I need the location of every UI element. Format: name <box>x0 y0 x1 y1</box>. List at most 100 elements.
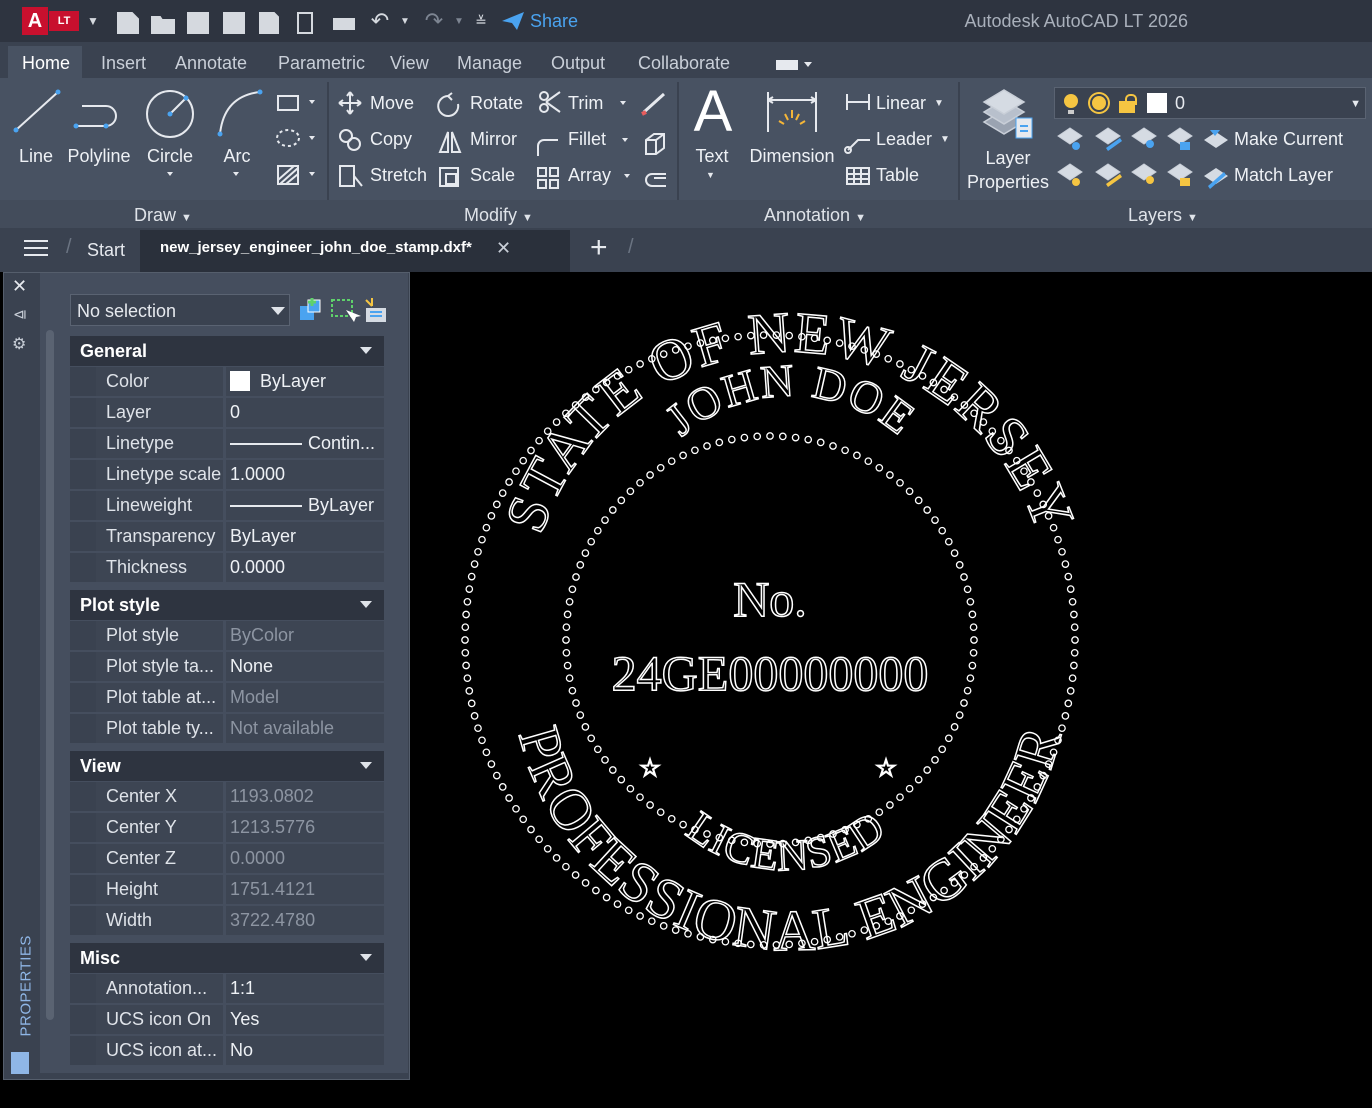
undo-icon[interactable]: ↶ <box>366 8 394 34</box>
undo-dropdown-icon[interactable]: ▼ <box>398 8 412 34</box>
prop-row-height[interactable]: Height 1751.4121 <box>70 875 384 905</box>
share-view-icon[interactable] <box>296 8 318 34</box>
autohide-icon[interactable]: ⧏ <box>13 306 27 323</box>
section-view[interactable]: View <box>70 751 384 781</box>
annotation-panel-title[interactable]: Annotation ▼ <box>764 205 866 226</box>
prop-row-center-y[interactable]: Center Y 1213.5776 <box>70 813 384 843</box>
move-button[interactable]: Move <box>370 93 414 114</box>
tab-manage[interactable]: Manage <box>457 53 522 74</box>
layer-properties-button[interactable]: Layer Properties <box>962 146 1054 194</box>
prop-row-thickness[interactable]: Thickness 0.0000 <box>70 553 384 583</box>
leader-button[interactable]: Leader <box>876 129 932 150</box>
layer-dropdown[interactable]: 0 ▼ <box>1054 87 1366 119</box>
text-dropdown-icon[interactable]: ▼ <box>706 170 715 180</box>
select-objects-button[interactable] <box>330 296 358 324</box>
save-as-icon[interactable] <box>224 8 248 34</box>
open-icon[interactable] <box>150 8 176 34</box>
line-button[interactable]: Line <box>14 146 58 167</box>
new-tab-plus-icon[interactable]: + <box>590 230 608 266</box>
ribbon-minimize-button[interactable] <box>776 58 812 72</box>
fillet-button[interactable]: Fillet <box>568 129 606 150</box>
prop-row-annotation-scale[interactable]: Annotation... 1:1 <box>70 974 384 1004</box>
tab-collaborate[interactable]: Collaborate <box>638 53 730 74</box>
prop-row-color[interactable]: Color ByLayer <box>70 367 384 397</box>
tab-insert[interactable]: Insert <box>101 53 146 74</box>
prop-row-ucs-icon-on[interactable]: UCS icon On Yes <box>70 1005 384 1035</box>
polyline-button[interactable]: Polyline <box>66 146 132 167</box>
mirror-button[interactable]: Mirror <box>470 129 517 150</box>
layer-thaw-button[interactable] <box>1130 162 1162 190</box>
make-current-button[interactable]: Make Current <box>1234 129 1343 150</box>
tab-home[interactable]: Home <box>22 53 70 74</box>
section-general[interactable]: General <box>70 336 384 366</box>
erase-button[interactable] <box>642 90 672 118</box>
prop-row-width[interactable]: Width 3722.4780 <box>70 906 384 936</box>
palette-scrollbar[interactable] <box>46 330 54 1020</box>
selection-dropdown[interactable]: No selection <box>70 294 290 326</box>
prop-row-center-x[interactable]: Center X 1193.0802 <box>70 782 384 812</box>
rectangle-button[interactable] <box>272 90 318 116</box>
layer-unisolate-button[interactable] <box>1094 162 1126 190</box>
redo-dropdown-icon[interactable]: ▼ <box>452 8 466 34</box>
offset-button[interactable] <box>642 162 672 190</box>
app-logo[interactable]: A LT <box>22 7 82 35</box>
close-tab-icon[interactable]: ✕ <box>496 238 511 259</box>
export-icon[interactable] <box>260 8 282 34</box>
linear-button[interactable]: Linear <box>876 93 926 114</box>
section-plot-style[interactable]: Plot style <box>70 590 384 620</box>
circle-button[interactable]: Circle <box>142 146 198 167</box>
array-button[interactable]: Array <box>568 165 611 186</box>
section-misc[interactable]: Misc <box>70 943 384 973</box>
prop-row-layer[interactable]: Layer 0 <box>70 398 384 428</box>
quick-select-button[interactable] <box>362 296 390 324</box>
tab-output[interactable]: Output <box>551 53 605 74</box>
arc-button[interactable]: Arc <box>214 146 260 167</box>
new-icon[interactable] <box>116 8 140 34</box>
explode-button[interactable] <box>642 126 672 154</box>
close-palette-icon[interactable]: ✕ <box>12 276 27 297</box>
tab-annotate[interactable]: Annotate <box>175 53 247 74</box>
tab-parametric[interactable]: Parametric <box>278 53 365 74</box>
hamburger-menu-icon[interactable] <box>24 240 48 258</box>
customize-qat-icon[interactable]: ≚ <box>472 8 490 34</box>
linear-dropdown-icon[interactable]: ▼ <box>934 98 944 109</box>
prop-row-linetype-scale[interactable]: Linetype scale 1.0000 <box>70 460 384 490</box>
layer-isolate-button[interactable] <box>1094 126 1126 154</box>
stretch-button[interactable]: Stretch <box>370 165 427 186</box>
layers-panel-title[interactable]: Layers ▼ <box>1128 205 1198 226</box>
prop-row-center-z[interactable]: Center Z 0.0000 <box>70 844 384 874</box>
app-menu-chevron-icon[interactable]: ▼ <box>86 8 100 34</box>
share-button[interactable]: Share <box>500 8 580 34</box>
plot-icon[interactable] <box>330 8 356 34</box>
prop-row-plot-table-type[interactable]: Plot table ty... Not available <box>70 714 384 744</box>
toggle-pickadd-button[interactable] <box>298 296 326 324</box>
prop-row-plot-style-table[interactable]: Plot style ta... None <box>70 652 384 682</box>
prop-row-linetype[interactable]: Linetype Contin... <box>70 429 384 459</box>
stamp-drawing[interactable]: STATE OF NEW JERSEY JOHN DOE PROFESSIONA… <box>412 272 1372 1108</box>
prop-row-lineweight[interactable]: Lineweight ByLayer <box>70 491 384 521</box>
layer-freeze-button[interactable] <box>1130 126 1162 154</box>
tab-view[interactable]: View <box>390 53 429 74</box>
layer-on-button[interactable] <box>1056 162 1088 190</box>
layer-off-button[interactable] <box>1056 126 1088 154</box>
copy-button[interactable]: Copy <box>370 129 412 150</box>
leader-dropdown-icon[interactable]: ▼ <box>940 134 950 145</box>
hatch-button[interactable] <box>272 162 318 188</box>
prop-row-transparency[interactable]: Transparency ByLayer <box>70 522 384 552</box>
palette-settings-icon[interactable]: ⚙ <box>12 334 26 354</box>
prop-row-ucs-icon-at-origin[interactable]: UCS icon at... No <box>70 1036 384 1066</box>
dimension-button[interactable]: Dimension <box>746 146 838 167</box>
match-layer-button[interactable]: Match Layer <box>1234 165 1333 186</box>
prop-row-plot-style[interactable]: Plot style ByColor <box>70 621 384 651</box>
layer-lock-button[interactable] <box>1166 126 1198 154</box>
layer-unlock-button[interactable] <box>1166 162 1198 190</box>
draw-panel-title[interactable]: Draw ▼ <box>134 205 192 226</box>
prop-row-plot-table-attached[interactable]: Plot table at... Model <box>70 683 384 713</box>
text-button[interactable]: Text <box>690 146 734 167</box>
modify-panel-title[interactable]: Modify ▼ <box>464 205 533 226</box>
table-button[interactable]: Table <box>876 165 919 186</box>
tab-start[interactable]: Start <box>87 240 125 261</box>
scale-button[interactable]: Scale <box>470 165 515 186</box>
trim-button[interactable]: Trim <box>568 93 603 114</box>
rotate-button[interactable]: Rotate <box>470 93 523 114</box>
